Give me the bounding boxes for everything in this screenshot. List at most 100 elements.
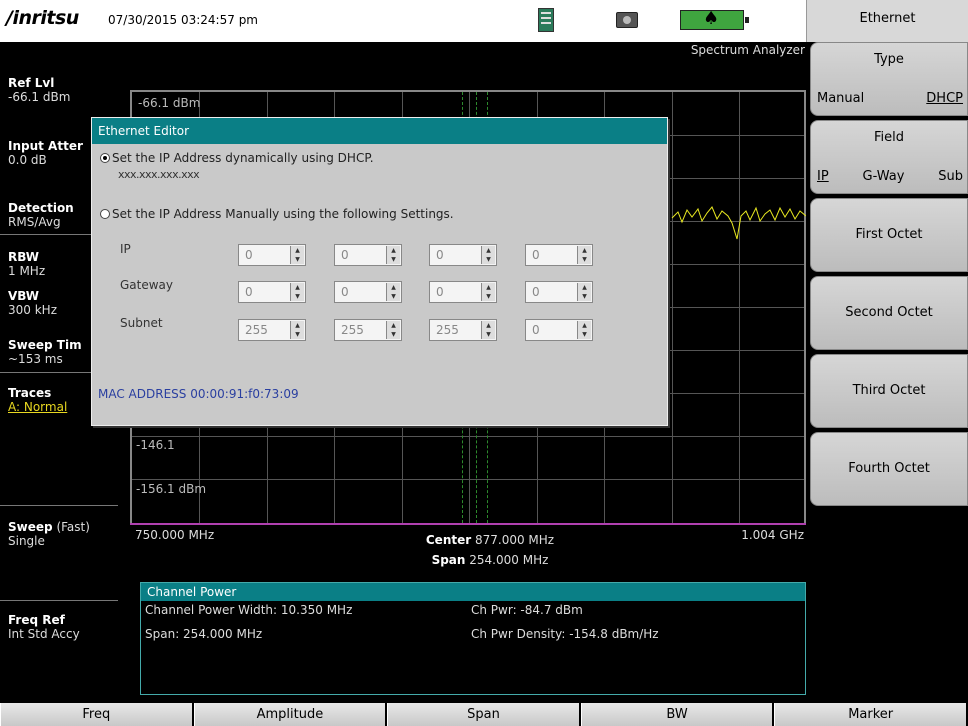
third-octet-softkey[interactable]: Third Octet [810,354,968,428]
down-arrow-icon[interactable]: ▼ [387,292,400,301]
gateway-octet-1[interactable]: 0 ▲ ▼ [238,281,306,303]
rbw-info[interactable]: RBW 1 MHz [8,250,45,278]
traces-value: A: Normal [8,400,68,414]
dialog-title: Ethernet Editor [92,118,667,144]
ip-octet-1-value: 0 [245,248,253,262]
spinner-buttons[interactable]: ▲ ▼ [290,283,304,301]
up-arrow-icon[interactable]: ▲ [578,246,591,255]
sweep-time-value: ~153 ms [8,352,63,366]
type-softkey[interactable]: Type Manual DHCP [810,42,968,116]
field-label: Field [873,130,904,145]
span-button[interactable]: Span [387,703,581,726]
up-arrow-icon[interactable]: ▲ [387,283,400,292]
down-arrow-icon[interactable]: ▼ [482,292,495,301]
freq-button[interactable]: Freq [0,703,194,726]
fourth-octet-softkey[interactable]: Fourth Octet [810,432,968,506]
sweep-mode: (Fast) [56,520,90,534]
spinner-buttons[interactable]: ▲ ▼ [481,246,495,264]
ip-octet-2[interactable]: 0 ▲ ▼ [334,244,402,266]
freq-ref-label: Freq Ref [8,613,65,627]
up-arrow-icon[interactable]: ▲ [578,321,591,330]
down-arrow-icon[interactable]: ▼ [291,330,304,339]
spinner-buttons[interactable]: ▲ ▼ [577,283,591,301]
ip-octet-3-value: 0 [436,248,444,262]
bw-button[interactable]: BW [580,703,775,726]
menu-title: Ethernet [806,0,968,42]
subnet-octet-4[interactable]: 0 ▲ ▼ [525,319,593,341]
gateway-label: Gateway [120,278,174,292]
up-arrow-icon[interactable]: ▲ [291,283,304,292]
spinner-buttons[interactable]: ▲ ▼ [481,283,495,301]
first-octet-softkey[interactable]: First Octet [810,198,968,272]
up-arrow-icon[interactable]: ▲ [482,321,495,330]
vbw-value: 300 kHz [8,303,57,317]
traces-info[interactable]: Traces A: Normal [8,386,67,414]
channel-power-span: Span: 254.000 MHz [145,627,263,641]
dhcp-ip-masked: xxx.xxx.xxx.xxx [118,168,200,181]
file-icon[interactable] [538,8,554,32]
up-arrow-icon[interactable]: ▲ [291,246,304,255]
gateway-octet-4[interactable]: 0 ▲ ▼ [525,281,593,303]
ip-octet-4[interactable]: 0 ▲ ▼ [525,244,593,266]
down-arrow-icon[interactable]: ▼ [387,255,400,264]
gateway-octet-2[interactable]: 0 ▲ ▼ [334,281,402,303]
down-arrow-icon[interactable]: ▼ [578,330,591,339]
down-arrow-icon[interactable]: ▼ [387,330,400,339]
type-label: Type [874,52,904,67]
ip-octet-1[interactable]: 0 ▲ ▼ [238,244,306,266]
camera-icon[interactable] [616,12,638,28]
second-octet-softkey[interactable]: Second Octet [810,276,968,350]
spinner-buttons[interactable]: ▲ ▼ [290,246,304,264]
field-softkey[interactable]: Field IP G-Way Sub [810,120,968,194]
spinner-buttons[interactable]: ▲ ▼ [481,321,495,339]
ref-level-info[interactable]: Ref Lvl -66.1 dBm [8,76,70,104]
dhcp-radio[interactable]: Set the IP Address dynamically using DHC… [100,151,374,165]
manual-radio[interactable]: Set the IP Address Manually using the fo… [100,207,454,221]
down-arrow-icon[interactable]: ▼ [482,255,495,264]
up-arrow-icon[interactable]: ▲ [482,246,495,255]
down-arrow-icon[interactable]: ▼ [578,292,591,301]
softkey-menu: Ethernet Type Manual DHCP Field IP G-Way… [806,0,968,695]
freq-ref-info[interactable]: Freq Ref Int Std Accy [8,613,80,641]
subnet-octet-1[interactable]: 255 ▲ ▼ [238,319,306,341]
spinner-buttons[interactable]: ▲ ▼ [290,321,304,339]
down-arrow-icon[interactable]: ▼ [291,255,304,264]
gateway-octet-2-value: 0 [341,285,349,299]
marker-button[interactable]: Marker [774,703,968,726]
spinner-buttons[interactable]: ▲ ▼ [386,321,400,339]
sweep-time-info[interactable]: Sweep Tim ~153 ms [8,338,82,366]
down-arrow-icon[interactable]: ▼ [578,255,591,264]
gateway-octet-4-value: 0 [532,285,540,299]
mode-label: Spectrum Analyzer [690,43,805,57]
up-arrow-icon[interactable]: ▲ [387,321,400,330]
ip-octet-3[interactable]: 0 ▲ ▼ [429,244,497,266]
ip-octet-2-value: 0 [341,248,349,262]
gateway-octet-3[interactable]: 0 ▲ ▼ [429,281,497,303]
spinner-buttons[interactable]: ▲ ▼ [386,246,400,264]
third-octet-label: Third Octet [852,383,926,398]
up-arrow-icon[interactable]: ▲ [291,321,304,330]
channel-power-title: Channel Power [141,583,805,601]
down-arrow-icon[interactable]: ▼ [291,292,304,301]
radio-selected-icon [100,153,110,163]
sweep-info[interactable]: Sweep (Fast) Single [8,520,90,548]
input-atten-info[interactable]: Input Atter 0.0 dB [8,139,83,167]
detection-info[interactable]: Detection RMS/Avg [8,201,74,229]
spinner-buttons[interactable]: ▲ ▼ [386,283,400,301]
vbw-info[interactable]: VBW 300 kHz [8,289,57,317]
spinner-buttons[interactable]: ▲ ▼ [577,246,591,264]
main-menu-bar: Freq Amplitude Span BW Marker [0,703,968,726]
channel-power-value: Ch Pwr: -84.7 dBm [471,603,583,617]
down-arrow-icon[interactable]: ▼ [482,330,495,339]
up-arrow-icon[interactable]: ▲ [482,283,495,292]
subnet-octet-2[interactable]: 255 ▲ ▼ [334,319,402,341]
subnet-octet-3[interactable]: 255 ▲ ▼ [429,319,497,341]
up-arrow-icon[interactable]: ▲ [387,246,400,255]
start-frequency: 750.000 MHz [135,528,215,542]
first-octet-label: First Octet [855,227,923,242]
spinner-buttons[interactable]: ▲ ▼ [577,321,591,339]
amplitude-button[interactable]: Amplitude [193,703,388,726]
gateway-octet-1-value: 0 [245,285,253,299]
up-arrow-icon[interactable]: ▲ [578,283,591,292]
detection-value: RMS/Avg [8,215,61,229]
